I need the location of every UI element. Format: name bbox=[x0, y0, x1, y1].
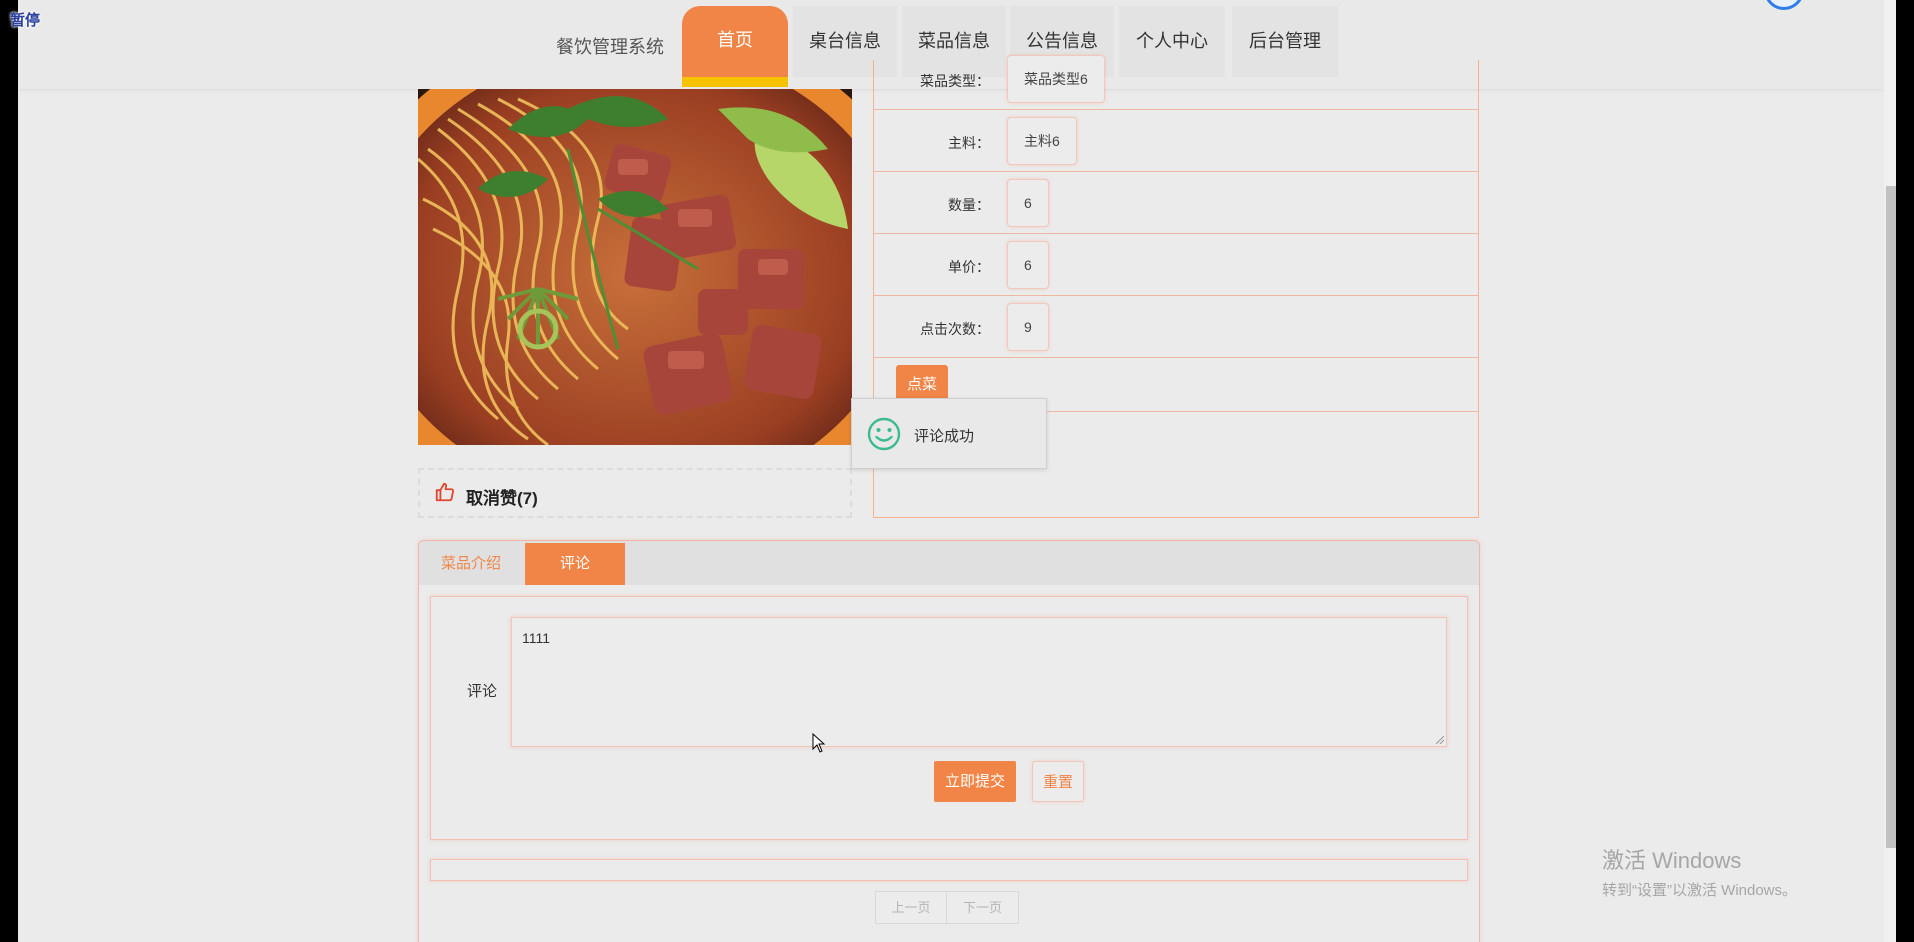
success-toast: 评论成功 bbox=[851, 398, 1047, 469]
noodle-bowl-illustration bbox=[418, 89, 852, 445]
window-edge bbox=[1896, 0, 1914, 942]
submit-comment-button[interactable]: 立即提交 bbox=[934, 761, 1016, 802]
info-value: 6 bbox=[1007, 241, 1049, 289]
info-label: 主料： bbox=[948, 135, 990, 151]
comment-label: 评论 bbox=[467, 683, 498, 700]
info-label: 点击次数： bbox=[920, 321, 990, 337]
info-label: 数量： bbox=[948, 197, 990, 213]
info-row-click-count: 点击次数： 9 bbox=[874, 296, 1478, 358]
scrollbar-thumb[interactable] bbox=[1886, 186, 1896, 848]
tab-dish-intro[interactable]: 菜品介绍 bbox=[421, 543, 521, 585]
like-count-label: 取消赞(7) bbox=[466, 489, 538, 508]
info-label: 菜品类型： bbox=[920, 73, 990, 89]
next-page-button[interactable]: 下一页 bbox=[947, 891, 1019, 924]
info-row-main-ingredient: 主料： 主料6 bbox=[874, 110, 1478, 172]
thumbs-up-icon bbox=[435, 482, 455, 502]
mouse-cursor-icon bbox=[812, 733, 826, 753]
comment-textarea[interactable]: 1111 bbox=[511, 617, 1447, 747]
info-value: 菜品类型6 bbox=[1007, 55, 1105, 103]
pagination: 上一页 下一页 bbox=[875, 891, 1019, 924]
tab-bar: 菜品介绍 评论 bbox=[419, 541, 1479, 585]
pause-overlay-label: 暂停 bbox=[10, 12, 41, 29]
tab-comments[interactable]: 评论 bbox=[525, 543, 625, 585]
nav-home[interactable]: 首页 bbox=[682, 6, 788, 87]
toast-message: 评论成功 bbox=[914, 428, 975, 445]
info-row-quantity: 数量： 6 bbox=[874, 172, 1478, 234]
watermark-line-2: 转到“设置”以激活 Windows。 bbox=[1602, 882, 1798, 899]
info-value: 9 bbox=[1007, 303, 1049, 351]
dish-tabs-panel: 菜品介绍 评论 评论 1111 立即提交 重置 上一页 下一页 bbox=[418, 540, 1480, 942]
order-dish-button[interactable]: 点菜 bbox=[896, 365, 948, 401]
info-label: 单价： bbox=[948, 259, 990, 275]
like-toggle[interactable]: 取消赞(7) bbox=[418, 468, 852, 518]
info-row-unit-price: 单价： 6 bbox=[874, 234, 1478, 296]
comments-list bbox=[430, 859, 1468, 881]
dish-image bbox=[418, 89, 852, 445]
smile-icon bbox=[867, 417, 901, 451]
brand-title: 餐饮管理系统 bbox=[556, 37, 664, 57]
resize-grip-icon[interactable] bbox=[1436, 736, 1444, 744]
vertical-scrollbar[interactable] bbox=[1884, 0, 1896, 942]
comment-form: 评论 1111 立即提交 重置 bbox=[430, 596, 1468, 840]
reset-button[interactable]: 重置 bbox=[1032, 761, 1084, 802]
windows-activation-watermark: 激活 Windows 转到“设置”以激活 Windows。 bbox=[1602, 843, 1797, 900]
info-row-dish-type: 菜品类型： 菜品类型6 bbox=[874, 48, 1478, 110]
info-value: 主料6 bbox=[1007, 117, 1077, 165]
watermark-line-1: 激活 Windows bbox=[1602, 848, 1742, 873]
prev-page-button[interactable]: 上一页 bbox=[875, 891, 947, 924]
info-value: 6 bbox=[1007, 179, 1049, 227]
